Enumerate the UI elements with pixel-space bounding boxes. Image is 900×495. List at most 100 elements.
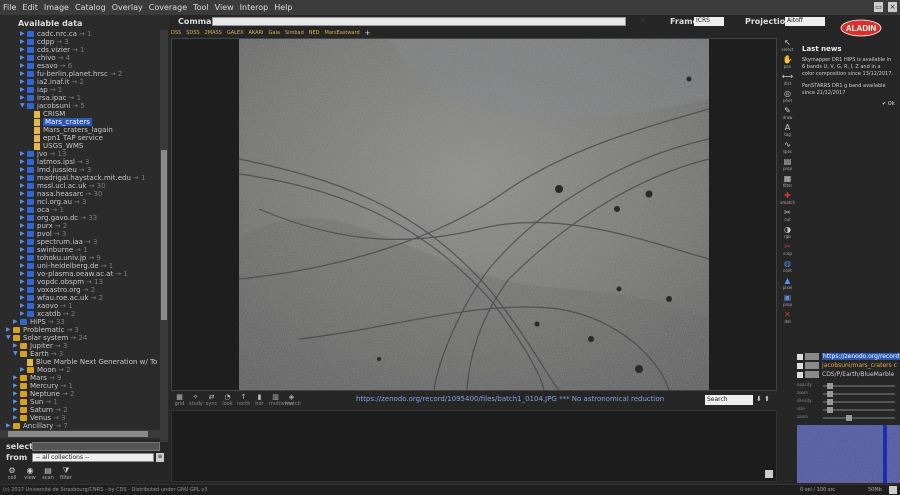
tree-node[interactable]: ▶ Jupiter → 3 [13, 342, 67, 350]
expand-right-icon[interactable]: ▶ [13, 374, 20, 382]
tree-node[interactable]: CRISM [27, 110, 65, 118]
layer-visibility-checkbox[interactable] [797, 353, 803, 360]
expand-right-icon[interactable]: ▶ [20, 302, 27, 310]
minimize-icon[interactable]: ▭ [874, 2, 883, 12]
collection-menu-button[interactable]: ≡ [156, 453, 164, 462]
zoom-slider[interactable]: zoom [797, 390, 900, 397]
expand-right-icon[interactable]: ▶ [20, 182, 27, 190]
expand-right-icon[interactable]: ▶ [20, 150, 27, 158]
expand-right-icon[interactable]: ▶ [13, 390, 20, 398]
overview-thumbnail[interactable] [797, 425, 900, 483]
expand-right-icon[interactable]: ▶ [20, 94, 27, 102]
tree-node[interactable]: ▶ latmos.ipsl → 3 [20, 158, 89, 166]
expand-right-icon[interactable]: ▶ [20, 230, 27, 238]
tree-node[interactable]: ▶ nasa.heasarc → 30 [20, 190, 102, 198]
tree-node[interactable]: ▶ Mercury → 1 [13, 382, 73, 390]
scrollbar-thumb[interactable] [8, 431, 148, 437]
spec-tool-button[interactable]: ∿ spec [779, 140, 796, 154]
news-ok-button[interactable]: ✔ Ok [882, 101, 895, 107]
menu-tool[interactable]: Tool [193, 3, 209, 12]
search-input[interactable]: Search [705, 395, 753, 405]
expand-right-icon[interactable]: ▶ [6, 326, 13, 334]
zoom-slider[interactable]: zoom [797, 414, 900, 421]
menu-file[interactable]: File [3, 3, 16, 12]
survey-shortcut[interactable]: NED [309, 30, 320, 36]
search-down-icon[interactable]: ⬇ [756, 395, 762, 403]
del-tool-button[interactable]: ✕ del [779, 310, 796, 324]
close-icon[interactable]: × [888, 2, 897, 12]
expand-down-icon[interactable]: ▼ [6, 334, 13, 342]
expand-right-icon[interactable]: ▶ [20, 38, 27, 46]
tree-node[interactable]: ▶ cadc.nrc.ca → 1 [20, 30, 92, 38]
panel-resize-icon[interactable] [765, 470, 773, 478]
tree-node[interactable]: ▶ ia2.inaf.it → 2 [20, 78, 84, 86]
expand-right-icon[interactable]: ▶ [20, 62, 27, 70]
expand-right-icon[interactable]: ▶ [20, 366, 27, 374]
tree-node[interactable]: ▶ wfau.roe.ac.uk → 2 [20, 294, 103, 302]
tree-node[interactable]: Mars_craters_lagain [27, 126, 113, 134]
coll-button[interactable]: ⚙ coll [6, 467, 18, 482]
tree-node[interactable]: ▶ Moon → 2 [20, 366, 71, 374]
density-slider[interactable]: density [797, 398, 900, 405]
crop-tool-button[interactable]: ✂ crop [779, 242, 796, 256]
menu-edit[interactable]: Edit [22, 3, 38, 12]
tree-node[interactable]: ▶ cdpp → 3 [20, 38, 69, 46]
menu-image[interactable]: Image [44, 3, 69, 12]
slider-track[interactable] [823, 401, 895, 403]
expand-right-icon[interactable]: ▶ [13, 342, 20, 350]
sync-button[interactable]: ⇄ sync [205, 393, 218, 407]
memory-icon[interactable] [889, 486, 897, 494]
dist-tool-button[interactable]: ⟷ dist [779, 72, 796, 86]
tree-node[interactable]: ▶ ncl.org.au → 3 [20, 198, 86, 206]
stack-layer[interactable]: jacobsuni/mars_craters c [797, 361, 897, 370]
tree-node[interactable]: ▶ esavo → 6 [20, 62, 72, 70]
projection-select[interactable]: Aitoff [785, 17, 825, 26]
tree-node[interactable]: Mars_craters [27, 118, 92, 126]
stack-layer[interactable]: CDS/P/Earth/BlueMarble [797, 370, 894, 379]
tree-node[interactable]: ▶ cds.vizier → 1 [20, 46, 85, 54]
slider-track[interactable] [823, 393, 895, 395]
slider-track[interactable] [823, 409, 895, 411]
collection-select[interactable]: -- all collections -- [32, 453, 154, 462]
tree-node[interactable]: ▶ pvol → 3 [20, 230, 66, 238]
expand-down-icon[interactable]: ▼ [13, 350, 20, 358]
expand-right-icon[interactable]: ▶ [20, 246, 27, 254]
tree-node[interactable]: ▶ org.gavo.dc → 33 [20, 214, 97, 222]
prop-tool-button[interactable]: ▣ prop [779, 293, 796, 307]
slider-knob[interactable] [846, 415, 853, 421]
expand-right-icon[interactable]: ▶ [20, 238, 27, 246]
tree-horizontal-scrollbar[interactable] [0, 430, 160, 438]
cut-tool-button[interactable]: ✂ cut [779, 208, 796, 222]
tree-node[interactable]: ▶ Venus → 3 [13, 414, 66, 422]
image-view[interactable] [239, 39, 709, 390]
tree-node[interactable]: ▶ Ancillary → 7 [6, 422, 68, 430]
expand-right-icon[interactable]: ▶ [20, 54, 27, 62]
command-input[interactable] [212, 17, 626, 26]
expand-right-icon[interactable]: ▶ [20, 286, 27, 294]
clear-command-icon[interactable]: × [640, 16, 646, 24]
slider-track[interactable] [823, 417, 895, 419]
multiview-button[interactable]: ▥ multiview [269, 393, 293, 407]
cont-tool-button[interactable]: ◍ cont [779, 259, 796, 273]
tree-node[interactable]: ▼ Earth → 3 [13, 350, 63, 358]
hdr-button[interactable]: ▮ hdr [253, 393, 266, 407]
expand-right-icon[interactable]: ▶ [20, 86, 27, 94]
draw-tool-button[interactable]: ✎ draw [779, 106, 796, 120]
survey-shortcut[interactable]: SDSS [186, 30, 199, 36]
expand-right-icon[interactable]: ▶ [20, 166, 27, 174]
tree-node[interactable]: ▶ swinburne → 1 [20, 246, 88, 254]
expand-right-icon[interactable]: ▶ [13, 414, 20, 422]
grid-button[interactable]: ▦ grid [173, 393, 186, 407]
expand-right-icon[interactable]: ▶ [20, 254, 27, 262]
tree-node[interactable]: ▼ Solar system → 24 [6, 334, 87, 342]
expand-right-icon[interactable]: ▶ [20, 70, 27, 78]
tree-node[interactable]: ▶ iap → 1 [20, 86, 62, 94]
expand-right-icon[interactable]: ▶ [20, 310, 27, 318]
survey-shortcut[interactable]: Gaia [269, 30, 280, 36]
menu-catalog[interactable]: Catalog [75, 3, 106, 12]
tree-node[interactable]: ▶ purx → 2 [20, 222, 67, 230]
survey-shortcut[interactable]: 2MASS [205, 30, 222, 36]
slider-knob[interactable] [826, 391, 833, 397]
expand-right-icon[interactable]: ▶ [20, 198, 27, 206]
survey-shortcut[interactable]: DSS [171, 30, 181, 36]
